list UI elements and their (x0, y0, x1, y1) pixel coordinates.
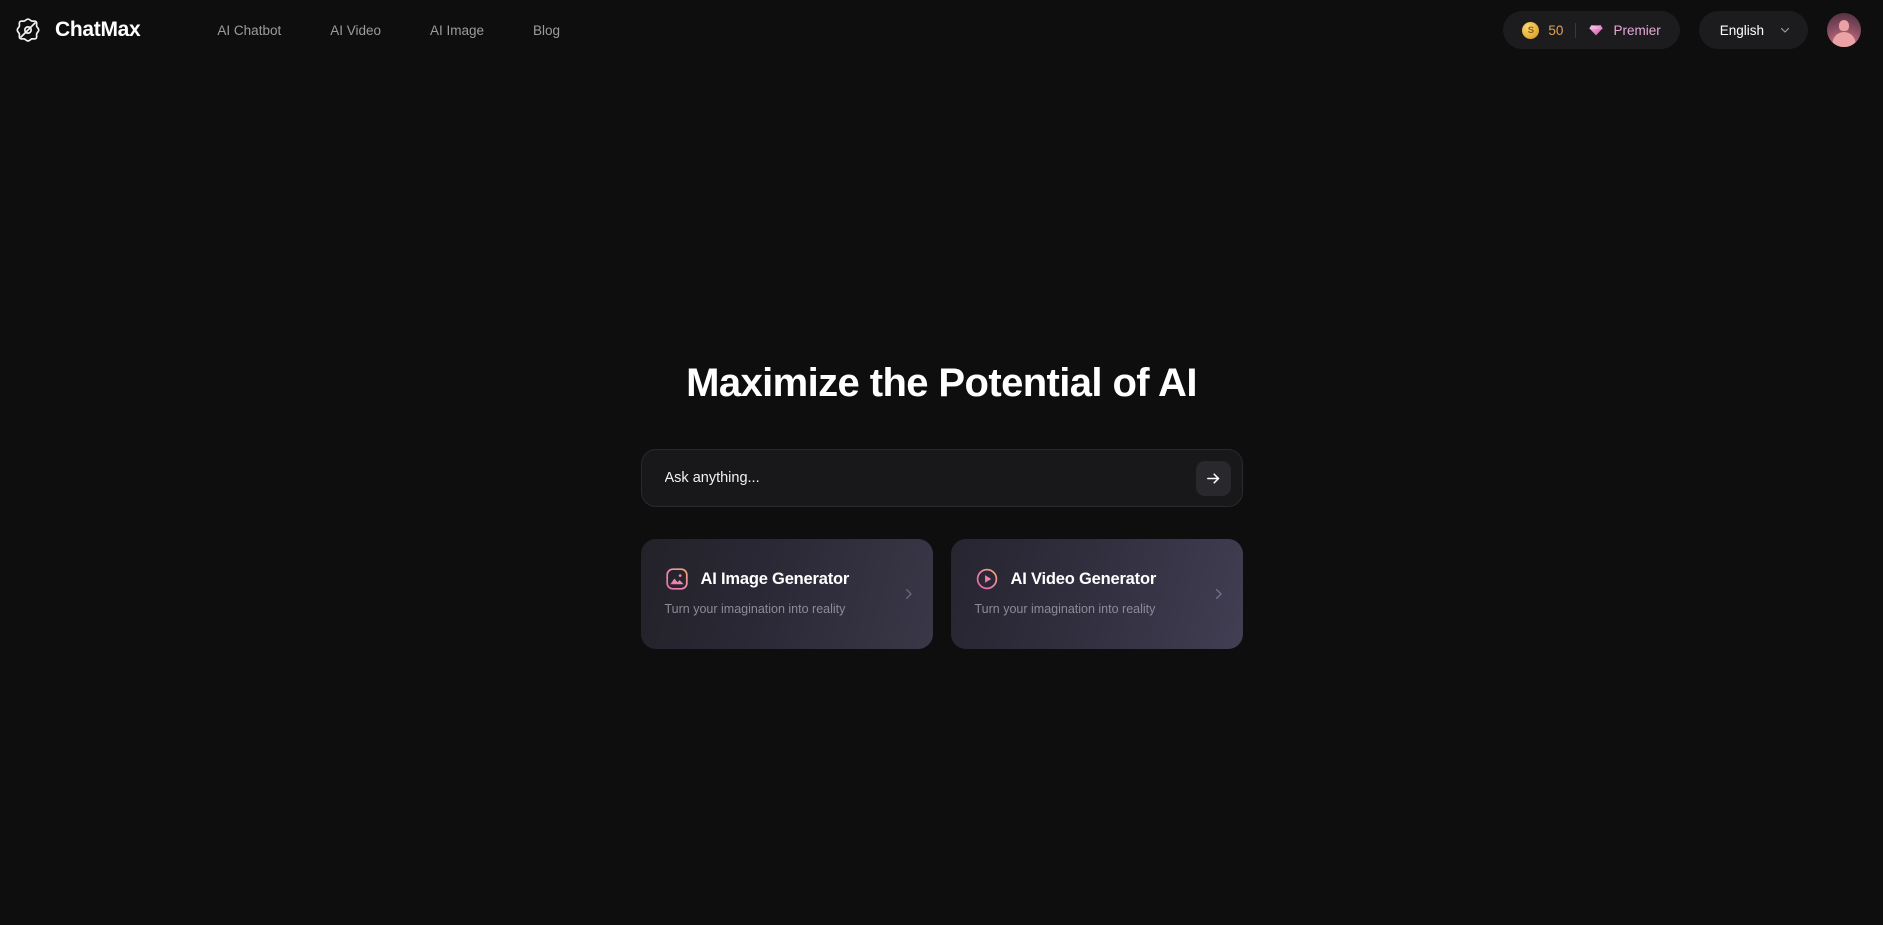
ai-image-generator-card[interactable]: AI Image Generator Turn your imagination… (640, 539, 933, 649)
primary-nav: AI Chatbot AI Video AI Image Blog (217, 23, 560, 38)
image-icon (665, 567, 689, 591)
language-selector[interactable]: English (1698, 11, 1808, 49)
coin-icon: S (1522, 21, 1540, 39)
brand-logo-link[interactable]: ChatMax (14, 16, 141, 44)
feature-cards-row: AI Image Generator Turn your imagination… (640, 539, 1243, 649)
avatar-head-shape (1839, 20, 1849, 31)
nav-link-ai-chatbot[interactable]: AI Chatbot (217, 23, 281, 38)
send-button[interactable] (1195, 460, 1231, 496)
play-circle-icon (975, 567, 999, 591)
chevron-right-icon (901, 587, 916, 602)
header-right-controls: S 50 Premier English (1503, 11, 1861, 49)
main-content: Maximize the Potential of AI Ask anythin… (0, 60, 1883, 649)
card-subtitle: Turn your imagination into reality (974, 602, 1156, 616)
credits-count: 50 (1548, 22, 1564, 38)
chevron-down-icon (1779, 24, 1791, 36)
page-title: Maximize the Potential of AI (686, 361, 1197, 405)
language-selected-label: English (1719, 22, 1764, 38)
card-header: AI Image Generator (665, 567, 909, 591)
card-title: AI Image Generator (700, 569, 850, 588)
user-avatar[interactable] (1827, 13, 1861, 47)
search-input[interactable] (664, 450, 1196, 506)
app-header: ChatMax AI Chatbot AI Video AI Image Blo… (0, 0, 1883, 60)
nav-link-blog[interactable]: Blog (533, 23, 560, 38)
avatar-body-shape (1832, 32, 1856, 47)
card-subtitle: Turn your imagination into reality (664, 602, 846, 616)
chevron-right-icon (1211, 587, 1226, 602)
ask-anything-box[interactable] (640, 449, 1243, 507)
arrow-right-icon (1205, 470, 1222, 487)
pill-divider (1575, 22, 1577, 38)
gem-icon (1588, 22, 1604, 38)
atom-logo-icon (14, 16, 42, 44)
nav-link-ai-image[interactable]: AI Image (430, 23, 484, 38)
card-title: AI Video Generator (1010, 569, 1157, 588)
ai-video-generator-card[interactable]: AI Video Generator Turn your imagination… (950, 539, 1243, 649)
nav-link-ai-video[interactable]: AI Video (330, 23, 381, 38)
plan-label: Premier (1613, 22, 1661, 38)
card-header: AI Video Generator (975, 567, 1219, 591)
brand-name: ChatMax (55, 18, 141, 41)
credits-plan-pill[interactable]: S 50 Premier (1503, 11, 1680, 49)
